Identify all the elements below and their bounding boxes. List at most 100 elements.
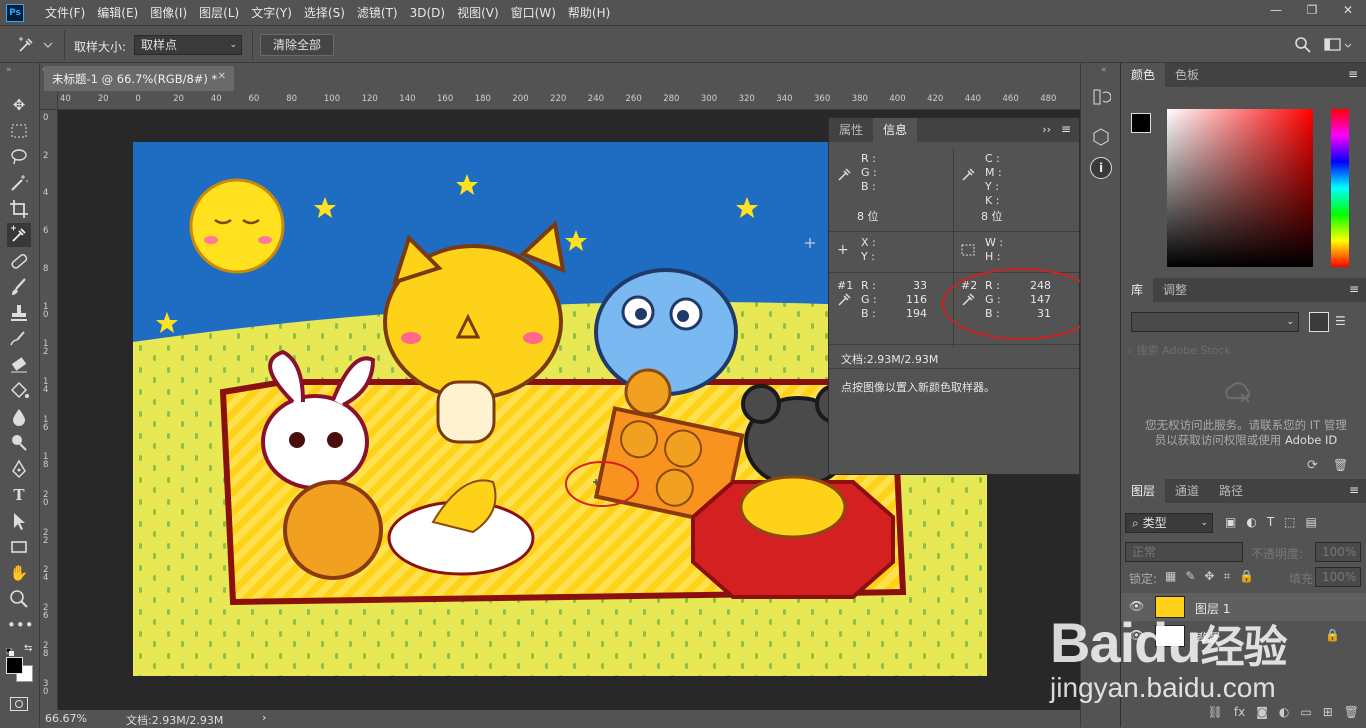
- panel-menu-icon[interactable]: ≡: [1349, 282, 1359, 296]
- tab-swatches[interactable]: 色板: [1165, 63, 1209, 87]
- workspace-switcher-icon[interactable]: [1324, 36, 1354, 54]
- tab-library[interactable]: 库: [1121, 278, 1154, 302]
- menu-image[interactable]: 图像(I): [145, 0, 192, 26]
- 3d-icon[interactable]: [1091, 127, 1111, 150]
- panel-menu-icon[interactable]: ≡: [1348, 67, 1358, 81]
- menu-window[interactable]: 窗口(W): [506, 0, 561, 26]
- stock-search[interactable]: ⌕ 搜索 Adobe Stock: [1127, 342, 1361, 360]
- lock-all-icon[interactable]: 🔒: [1239, 569, 1254, 584]
- close-icon[interactable]: ✕: [218, 71, 226, 82]
- status-menu-arrow[interactable]: ›: [262, 711, 266, 724]
- color-swatches[interactable]: ⇆: [4, 643, 36, 683]
- menu-edit[interactable]: 编辑(E): [92, 0, 143, 26]
- trash-icon[interactable]: 🗑: [1333, 458, 1348, 472]
- opacity-input[interactable]: 100%: [1315, 542, 1361, 562]
- ruler-tick-label: 320: [738, 94, 755, 104]
- document-tab[interactable]: 未标题-1 @ 66.7%(RGB/8#) * ✕: [44, 66, 234, 91]
- default-colors-icon[interactable]: [5, 645, 14, 656]
- collapse-icon[interactable]: »: [6, 65, 12, 75]
- hue-slider[interactable]: [1331, 109, 1349, 267]
- crop-tool-icon[interactable]: [7, 197, 31, 221]
- clear-all-button[interactable]: 清除全部: [260, 34, 335, 56]
- list-view-icon[interactable]: ☰: [1335, 314, 1346, 328]
- divider: [829, 231, 1079, 232]
- color-field[interactable]: [1167, 109, 1313, 267]
- menu-3d[interactable]: 3D(D): [405, 0, 450, 26]
- path-selection-tool-icon[interactable]: [7, 509, 31, 533]
- tab-color[interactable]: 颜色: [1121, 63, 1166, 87]
- panel-menu-icon[interactable]: ≡: [1061, 122, 1071, 136]
- type-filter-icon[interactable]: T: [1267, 515, 1274, 529]
- library-select[interactable]: ⌄: [1131, 312, 1299, 332]
- shape-filter-icon[interactable]: ⬚: [1284, 515, 1295, 529]
- cloud-sync-icon[interactable]: ⟳: [1307, 458, 1318, 473]
- grid-view-icon[interactable]: [1309, 312, 1329, 332]
- tab-properties[interactable]: 属性: [829, 118, 873, 142]
- fill-input[interactable]: 100%: [1315, 567, 1361, 587]
- annotation-circle: [942, 268, 1100, 340]
- magic-wand-tool-icon[interactable]: [7, 171, 31, 195]
- close-button[interactable]: ✕: [1330, 0, 1366, 22]
- lock-image-icon[interactable]: ✎: [1185, 569, 1195, 584]
- restore-button[interactable]: ❐: [1294, 0, 1330, 22]
- brush-tool-icon[interactable]: [7, 275, 31, 299]
- pen-tool-icon[interactable]: [7, 457, 31, 481]
- color-sampler-tool-preset[interactable]: [16, 35, 56, 55]
- type-tool-icon[interactable]: T: [7, 483, 31, 507]
- foreground-color-swatch[interactable]: [6, 657, 23, 674]
- lock-transparent-icon[interactable]: ▦: [1165, 569, 1176, 584]
- vertical-ruler[interactable]: 0 2 4 6 8 10 12 14 16 18 20 22 24 26 28 30: [40, 110, 58, 710]
- tab-layers[interactable]: 图层: [1121, 479, 1166, 503]
- eraser-tool-icon[interactable]: [7, 353, 31, 377]
- lock-artboard-icon[interactable]: ⌗: [1223, 569, 1230, 584]
- horizontal-ruler[interactable]: 40 20 0 20 40 60 80 100 120 140 160 180 200 220 240 260…: [58, 92, 1080, 110]
- menu-view[interactable]: 视图(V): [452, 0, 504, 26]
- marquee-tool-icon[interactable]: [7, 119, 31, 143]
- history-brush-tool-icon[interactable]: [7, 327, 31, 351]
- minimize-button[interactable]: —: [1258, 0, 1294, 22]
- menu-help[interactable]: 帮助(H): [563, 0, 615, 26]
- blur-tool-icon[interactable]: [7, 405, 31, 429]
- panel-expand-icon[interactable]: ››: [1042, 123, 1051, 136]
- blend-mode-select[interactable]: 正常: [1125, 542, 1243, 562]
- lasso-tool-icon[interactable]: [7, 145, 31, 169]
- menu-filter[interactable]: 滤镜(T): [352, 0, 403, 26]
- move-tool-icon[interactable]: ✥: [7, 93, 31, 117]
- foreground-color-swatch[interactable]: [1131, 113, 1151, 133]
- ruler-origin[interactable]: [40, 92, 58, 110]
- menu-select[interactable]: 选择(S): [299, 0, 350, 26]
- zoom-tool-icon[interactable]: [7, 587, 31, 611]
- divider: [64, 30, 65, 60]
- tab-info[interactable]: 信息: [873, 118, 918, 142]
- layer-filter-select[interactable]: ⌕ 类型 ⌄: [1125, 513, 1213, 533]
- sample-size-select[interactable]: 取样点 ⌄: [134, 35, 242, 55]
- ruler-tick-label: 140: [399, 94, 416, 104]
- search-icon[interactable]: [1294, 36, 1312, 54]
- dodge-tool-icon[interactable]: [7, 431, 31, 455]
- adjustment-filter-icon[interactable]: ◐: [1246, 515, 1256, 529]
- collapse-icon[interactable]: «: [1101, 65, 1107, 75]
- color-sampler-tool-icon[interactable]: [7, 223, 31, 247]
- lock-position-icon[interactable]: ✥: [1204, 569, 1214, 584]
- zoom-level[interactable]: 66.67%: [45, 712, 87, 725]
- menu-file[interactable]: 文件(F): [40, 0, 90, 26]
- tab-paths[interactable]: 路径: [1209, 479, 1253, 503]
- menu-layer[interactable]: 图层(L): [194, 0, 244, 26]
- image-filter-icon[interactable]: ▣: [1225, 515, 1236, 529]
- history-icon[interactable]: [1091, 87, 1112, 110]
- hand-tool-icon[interactable]: ✋: [7, 561, 31, 585]
- more-tools-icon[interactable]: •••: [7, 613, 34, 637]
- swap-colors-icon[interactable]: ⇆: [24, 643, 32, 654]
- info-icon[interactable]: i: [1090, 157, 1112, 179]
- healing-brush-tool-icon[interactable]: [7, 249, 31, 273]
- smart-object-filter-icon[interactable]: ▤: [1306, 515, 1317, 529]
- tab-adjustments[interactable]: 调整: [1153, 278, 1197, 302]
- quick-mask-icon[interactable]: [10, 697, 28, 711]
- paint-bucket-tool-icon[interactable]: [7, 379, 31, 403]
- adobe-id-link[interactable]: Adobe ID: [1285, 433, 1337, 447]
- panel-menu-icon[interactable]: ≡: [1349, 483, 1359, 497]
- menu-type[interactable]: 文字(Y): [246, 0, 297, 26]
- tab-channels[interactable]: 通道: [1165, 479, 1209, 503]
- rectangle-tool-icon[interactable]: [7, 535, 31, 559]
- clone-stamp-tool-icon[interactable]: [7, 301, 31, 325]
